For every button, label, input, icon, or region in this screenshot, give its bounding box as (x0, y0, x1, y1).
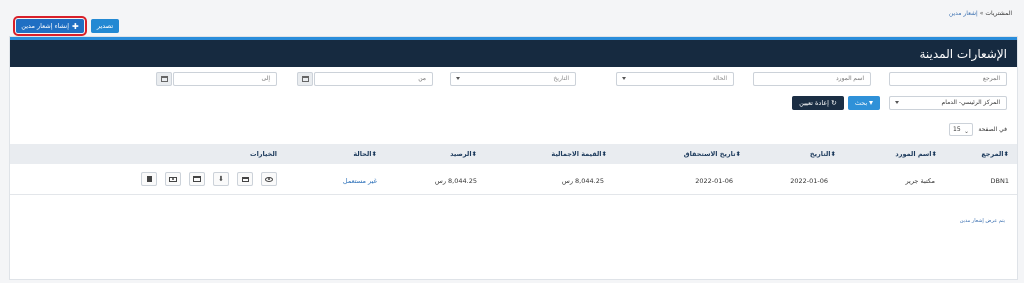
row-divider (10, 194, 1017, 195)
reset-icon: ↻ (831, 99, 837, 107)
per-page-value: 15 (953, 126, 961, 133)
chevron-down-icon (456, 77, 460, 80)
column-header-supplier[interactable]: ⬍اسم المورد (895, 150, 937, 158)
table-header: ⬍المرجع ⬍اسم المورد ⬍التاريخ ⬍تاريخ الاس… (10, 144, 1017, 164)
cash-payment-button[interactable] (165, 172, 181, 186)
cell-date: 2022-01-06 (790, 177, 828, 185)
chevron-down-icon (622, 77, 626, 80)
money-icon (169, 176, 177, 182)
records-info: يتم عرض إشعار مدين (959, 218, 1005, 224)
column-header-reference[interactable]: ⬍المرجع (981, 150, 1009, 158)
export-button[interactable]: تصدير (91, 19, 119, 33)
payment-card-button[interactable] (189, 172, 205, 186)
supplier-filter-input[interactable] (753, 72, 871, 86)
per-page-select[interactable]: 15 ⌄ (949, 123, 973, 136)
filter-icon (869, 101, 874, 105)
chevron-down-icon: ⌄ (963, 128, 969, 135)
panel-header: الإشعارات المدينة (10, 37, 1017, 67)
search-button[interactable]: بحث (848, 96, 880, 110)
create-debit-note-label: إنشاء إشعار مدين (21, 22, 70, 30)
column-header-total[interactable]: ⬍القيمة الاجمالية (551, 150, 607, 158)
cell-total: 8,044.25 رس (561, 177, 604, 185)
reset-button[interactable]: ↻ إعادة تعيين (792, 96, 844, 110)
branch-filter-select[interactable]: المركز الرئيسي- الدمام (889, 96, 1007, 110)
delete-button[interactable] (141, 172, 157, 186)
plus-icon: ✚ (72, 21, 79, 31)
download-button[interactable]: ⬇ (213, 172, 229, 186)
cell-reference: DBN1 (990, 177, 1009, 185)
sort-icon: ⬍ (471, 150, 477, 158)
sort-icon: ⬍ (371, 150, 377, 158)
breadcrumb-root[interactable]: المشتريات (985, 10, 1012, 17)
branch-filter-value: المركز الرئيسي- الدمام (941, 99, 1000, 106)
to-calendar-button[interactable] (156, 72, 172, 86)
calendar-icon (301, 76, 309, 82)
column-header-options: الخيارات (250, 150, 277, 158)
breadcrumb-current[interactable]: إشعار مدين (949, 10, 978, 17)
sort-icon: ⬍ (931, 150, 937, 158)
sort-icon: ⬍ (601, 150, 607, 158)
print-button[interactable] (237, 172, 253, 186)
column-header-date[interactable]: ⬍التاريخ (810, 150, 836, 158)
download-icon: ⬇ (218, 174, 224, 183)
breadcrumb: المشتريات»إشعار مدين (949, 10, 1012, 17)
from-date-input[interactable] (314, 72, 433, 86)
search-button-label: بحث (854, 99, 868, 107)
debit-notes-panel: الإشعارات المدينة الحالة التاريخ المركز … (9, 36, 1018, 280)
breadcrumb-separator: » (979, 10, 984, 17)
reset-button-label: إعادة تعيين (799, 99, 829, 107)
chevron-down-icon (895, 101, 899, 104)
view-button[interactable] (261, 172, 277, 186)
sort-icon: ⬍ (735, 150, 741, 158)
card-icon (193, 176, 201, 182)
print-icon (241, 176, 249, 182)
page-title: الإشعارات المدينة (919, 47, 1007, 61)
create-debit-note-button[interactable]: ✚ إنشاء إشعار مدين (13, 16, 87, 36)
trash-icon (146, 176, 152, 182)
per-page-label: في الصفحة (978, 126, 1007, 133)
cell-due-date: 2022-01-06 (695, 177, 733, 185)
column-header-balance[interactable]: ⬍الرصيد (450, 150, 477, 158)
to-date-input[interactable] (173, 72, 277, 86)
date-filter-placeholder: التاريخ (553, 75, 569, 82)
reference-filter-input[interactable] (889, 72, 1007, 86)
calendar-icon (160, 76, 168, 82)
sort-icon: ⬍ (1003, 150, 1009, 158)
column-header-status[interactable]: ⬍الحالة (353, 150, 377, 158)
status-filter-select[interactable]: الحالة (616, 72, 734, 86)
date-filter-select[interactable]: التاريخ (450, 72, 576, 86)
eye-icon (265, 176, 273, 182)
sort-icon: ⬍ (830, 150, 836, 158)
cell-status[interactable]: غير مستعمل (343, 177, 377, 185)
column-header-due-date[interactable]: ⬍تاريخ الاستحقاق (684, 150, 741, 158)
cell-supplier: مكتبة جرير (905, 177, 935, 185)
status-filter-placeholder: الحالة (712, 75, 727, 82)
cell-balance: 8,044.25 رس (434, 177, 477, 185)
from-calendar-button[interactable] (297, 72, 313, 86)
